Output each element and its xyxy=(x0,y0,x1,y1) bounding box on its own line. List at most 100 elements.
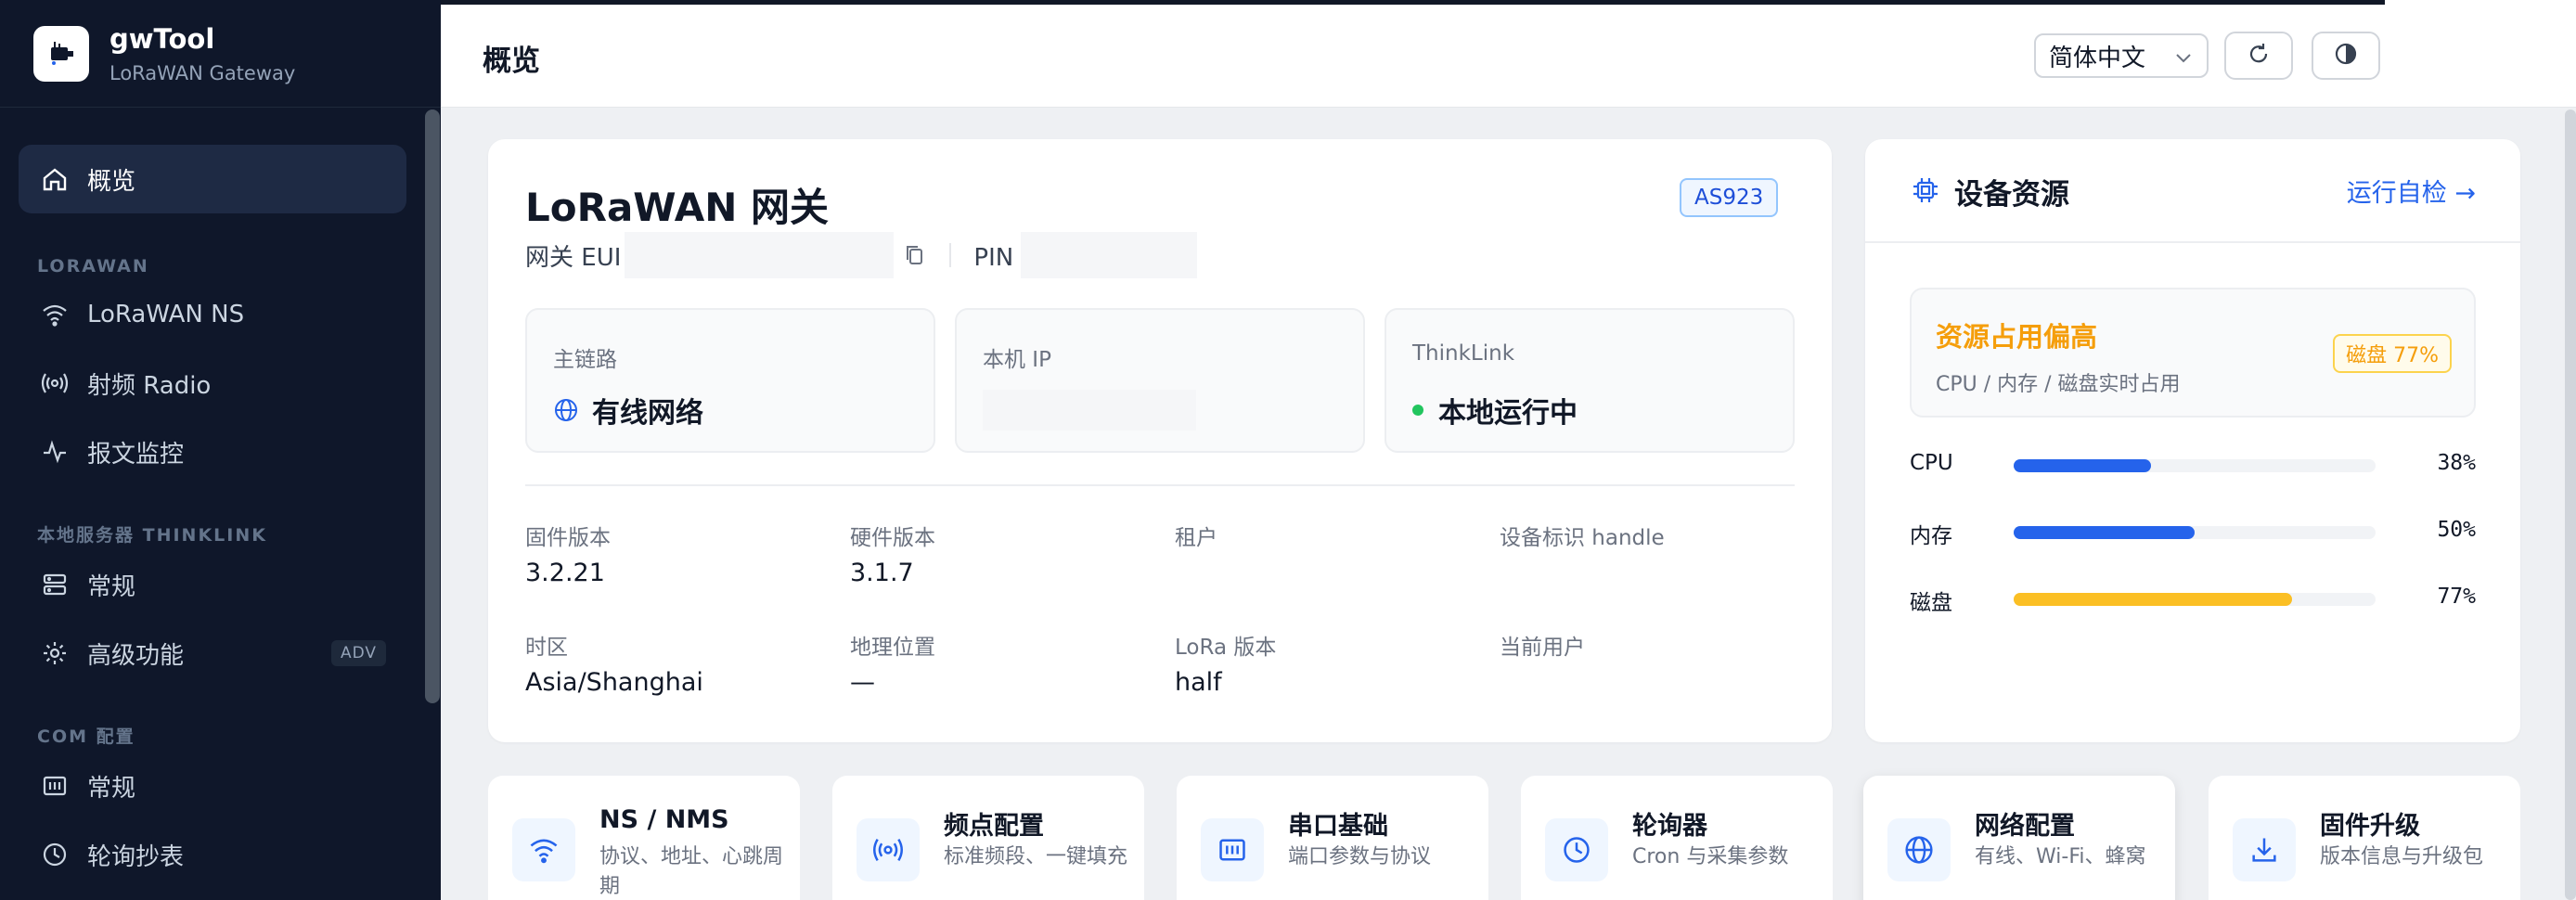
app-subtitle: LoRaWAN Gateway xyxy=(109,61,296,84)
stat-main-link: 主链路 有线网络 xyxy=(525,308,935,453)
gateway-card: LoRaWAN 网关 AS923 网关 EUI PIN 码 主链路 有线网络 本… xyxy=(488,139,1832,742)
memory-label: 内存 xyxy=(1910,524,1952,548)
serial-icon xyxy=(39,770,71,802)
shortcut-title: 串口基础 xyxy=(1288,812,1388,841)
memory-bar xyxy=(2014,526,2376,539)
language-value: 简体中文 xyxy=(2049,44,2146,72)
shortcut-serial[interactable]: 串口基础 端口参数与协议 xyxy=(1177,776,1488,900)
sidebar-section-title: COM 配置 xyxy=(37,726,135,747)
cpu-label: CPU xyxy=(1910,451,1953,475)
sidebar-section-title: LORAWAN xyxy=(37,256,149,276)
sidebar-item-overview[interactable]: 概览 xyxy=(19,145,406,213)
sidebar-item-thinklink-general[interactable]: 常规 xyxy=(19,550,406,619)
shortcut-frequency[interactable]: 频点配置 标准频段、一键填充 xyxy=(832,776,1144,900)
cpu-percent: 38% xyxy=(2437,451,2476,475)
sidebar-item-lorawan-ns[interactable]: LoRaWAN NS xyxy=(19,280,406,349)
stat-label: ThinkLink xyxy=(1412,341,1515,366)
status-dot xyxy=(1412,405,1423,416)
sidebar-item-radio[interactable]: 射频 Radio xyxy=(19,349,406,418)
gear-icon xyxy=(39,637,71,669)
shortcut-firmware[interactable]: 固件升级 版本信息与升级包 xyxy=(2209,776,2520,900)
language-select[interactable]: 简体中文 xyxy=(2034,33,2209,78)
info-label: 租户 xyxy=(1175,526,1217,550)
sidebar-item-advanced[interactable]: 高级功能 ADV xyxy=(19,619,406,688)
sidebar-scrollbar[interactable] xyxy=(425,109,440,703)
refresh-icon xyxy=(2246,41,2272,71)
info-label: 设备标识 handle xyxy=(1500,526,1665,550)
clock-icon xyxy=(39,839,71,870)
app-name: gwTool xyxy=(109,22,215,55)
main-scrollbar[interactable] xyxy=(2565,109,2576,900)
region-badge: AS923 xyxy=(1680,178,1779,217)
cpu-chip-icon xyxy=(1910,174,1941,210)
self-check-link[interactable]: 运行自检 → xyxy=(2347,173,2476,209)
shortcut-title: 固件升级 xyxy=(2320,812,2420,841)
gateway-logo-icon xyxy=(33,25,89,82)
shortcut-subtitle: 版本信息与升级包 xyxy=(2320,845,2484,868)
resource-alert: 资源占用偏高 CPU / 内存 / 磁盘实时占用 磁盘 77% xyxy=(1910,288,2476,418)
shortcut-subtitle: Cron 与采集参数 xyxy=(1632,845,1789,868)
shortcut-title: 网络配置 xyxy=(1975,812,2075,841)
sidebar-item-label: 常规 xyxy=(87,774,136,803)
sidebar-item-label: 高级功能 xyxy=(87,641,185,670)
info-label: 硬件版本 xyxy=(850,526,935,550)
shortcut-subtitle: 端口参数与协议 xyxy=(1288,845,1432,868)
timezone-value: Asia/Shanghai xyxy=(525,668,703,697)
stat-label: 本机 IP xyxy=(983,348,1051,372)
cpu-bar xyxy=(2014,459,2376,472)
copy-icon[interactable] xyxy=(903,243,927,267)
contrast-icon xyxy=(2333,41,2359,71)
wifi-icon xyxy=(512,818,575,881)
shortcut-network[interactable]: 网络配置 有线、Wi-Fi、蜂窝 xyxy=(1863,776,2175,900)
info-label: 当前用户 xyxy=(1500,636,1585,660)
adv-badge: ADV xyxy=(330,640,386,666)
sidebar-item-com-general[interactable]: 常规 xyxy=(19,752,406,820)
resources-title: 设备资源 xyxy=(1954,178,2069,212)
globe-icon xyxy=(1887,818,1951,881)
sidebar-item-packet-monitor[interactable]: 报文监控 xyxy=(19,418,406,486)
firmware-version: 3.2.21 xyxy=(525,559,605,587)
sidebar-nav: 概览 LORAWAN LoRaWAN NS 射频 Radio 报文监控 本地服务… xyxy=(19,145,406,889)
stat-label: 主链路 xyxy=(553,348,617,372)
disk-percent: 77% xyxy=(2437,585,2476,609)
alert-title: 资源占用偏高 xyxy=(1936,321,2098,353)
loading-bar xyxy=(441,0,2385,5)
divider xyxy=(949,243,952,267)
serial-icon xyxy=(1201,818,1264,881)
hardware-version: 3.1.7 xyxy=(850,559,914,587)
sidebar-item-label: 报文监控 xyxy=(87,440,185,469)
refresh-button[interactable] xyxy=(2224,32,2293,80)
stat-thinklink: ThinkLink 本地运行中 xyxy=(1385,308,1795,453)
sidebar-item-label: 常规 xyxy=(87,572,136,601)
disk-badge: 磁盘 77% xyxy=(2333,334,2452,373)
clock-icon xyxy=(1545,818,1608,881)
shortcut-ns-nms[interactable]: NS / NMS 协议、地址、心跳周期 xyxy=(488,776,800,900)
home-icon xyxy=(39,163,71,195)
stat-local-ip: 本机 IP xyxy=(955,308,1365,453)
sidebar-item-label: 概览 xyxy=(87,167,136,196)
sidebar: gwTool LoRaWAN Gateway 概览 LORAWAN LoRaWA… xyxy=(0,0,441,900)
gateway-id-row: 网关 EUI PIN 码 xyxy=(525,232,1198,278)
sidebar-item-label: 射频 Radio xyxy=(87,371,212,400)
sidebar-item-label: 轮询抄表 xyxy=(87,842,185,871)
radio-icon xyxy=(39,367,71,399)
eui-label: 网关 EUI xyxy=(525,243,622,272)
radio-icon xyxy=(857,818,920,881)
theme-toggle-button[interactable] xyxy=(2312,32,2380,80)
disk-bar xyxy=(2014,593,2376,606)
memory-bar-fill xyxy=(2014,526,2195,539)
sidebar-item-polling[interactable]: 轮询抄表 xyxy=(19,820,406,889)
shortcut-poller[interactable]: 轮询器 Cron 与采集参数 xyxy=(1521,776,1833,900)
stat-value: 有线网络 xyxy=(553,390,703,431)
resources-card: 设备资源 运行自检 → 资源占用偏高 CPU / 内存 / 磁盘实时占用 磁盘 … xyxy=(1865,139,2520,742)
activity-icon xyxy=(39,436,71,468)
pin-value xyxy=(1021,232,1198,278)
brand[interactable]: gwTool LoRaWAN Gateway xyxy=(0,0,441,108)
memory-percent: 50% xyxy=(2437,518,2476,542)
eui-value xyxy=(625,232,895,278)
masked-ip xyxy=(983,390,1196,431)
shortcut-subtitle: 协议、地址、心跳周期 xyxy=(599,845,784,898)
shortcut-title: 频点配置 xyxy=(944,812,1044,841)
info-label: LoRa 版本 xyxy=(1175,636,1277,660)
resources-header: 设备资源 运行自检 → xyxy=(1865,139,2520,243)
